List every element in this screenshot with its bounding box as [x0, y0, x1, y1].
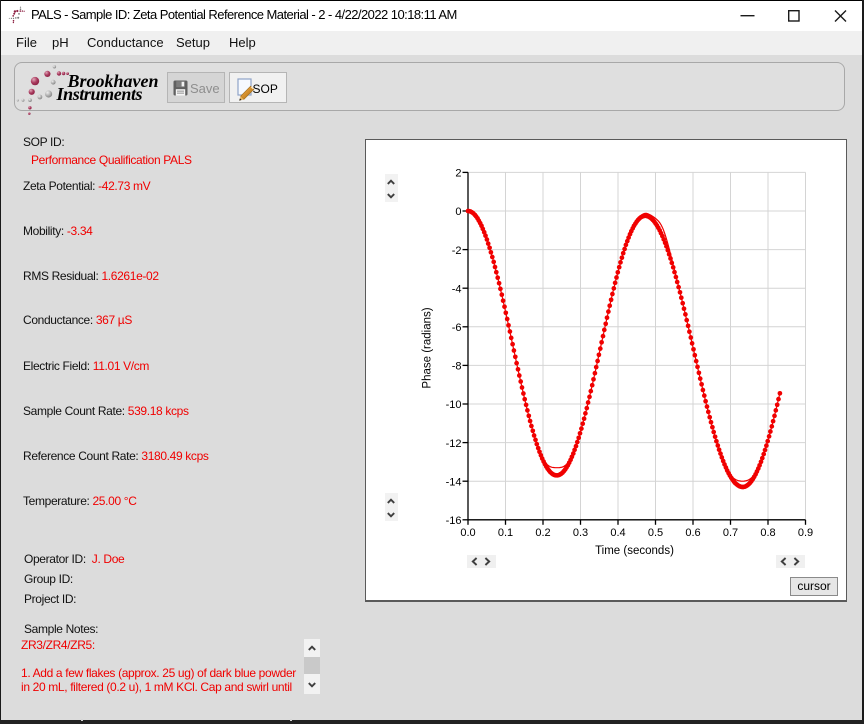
svg-text:-14: -14	[446, 476, 462, 488]
svg-text:0.2: 0.2	[535, 527, 550, 539]
svg-text:-2: -2	[452, 245, 462, 257]
svg-text:0.0: 0.0	[460, 527, 475, 539]
svg-text:2: 2	[455, 168, 461, 180]
svg-text:0.3: 0.3	[573, 527, 588, 539]
svg-text:Time (seconds): Time (seconds)	[595, 545, 674, 557]
svg-text:0.8: 0.8	[760, 527, 775, 539]
svg-text:0.9: 0.9	[798, 527, 813, 539]
svg-text:0.6: 0.6	[685, 527, 700, 539]
svg-text:-10: -10	[446, 399, 462, 411]
svg-text:0.4: 0.4	[610, 527, 625, 539]
svg-text:-12: -12	[446, 438, 462, 450]
svg-text:-16: -16	[446, 515, 462, 527]
svg-text:-6: -6	[452, 322, 462, 334]
svg-text:0.5: 0.5	[648, 527, 663, 539]
svg-text:0.7: 0.7	[723, 527, 738, 539]
svg-text:0: 0	[455, 206, 461, 218]
svg-text:-8: -8	[452, 361, 462, 373]
svg-text:-4: -4	[452, 283, 462, 295]
svg-text:0.1: 0.1	[498, 527, 513, 539]
svg-text:Phase (radians): Phase (radians)	[422, 307, 434, 388]
